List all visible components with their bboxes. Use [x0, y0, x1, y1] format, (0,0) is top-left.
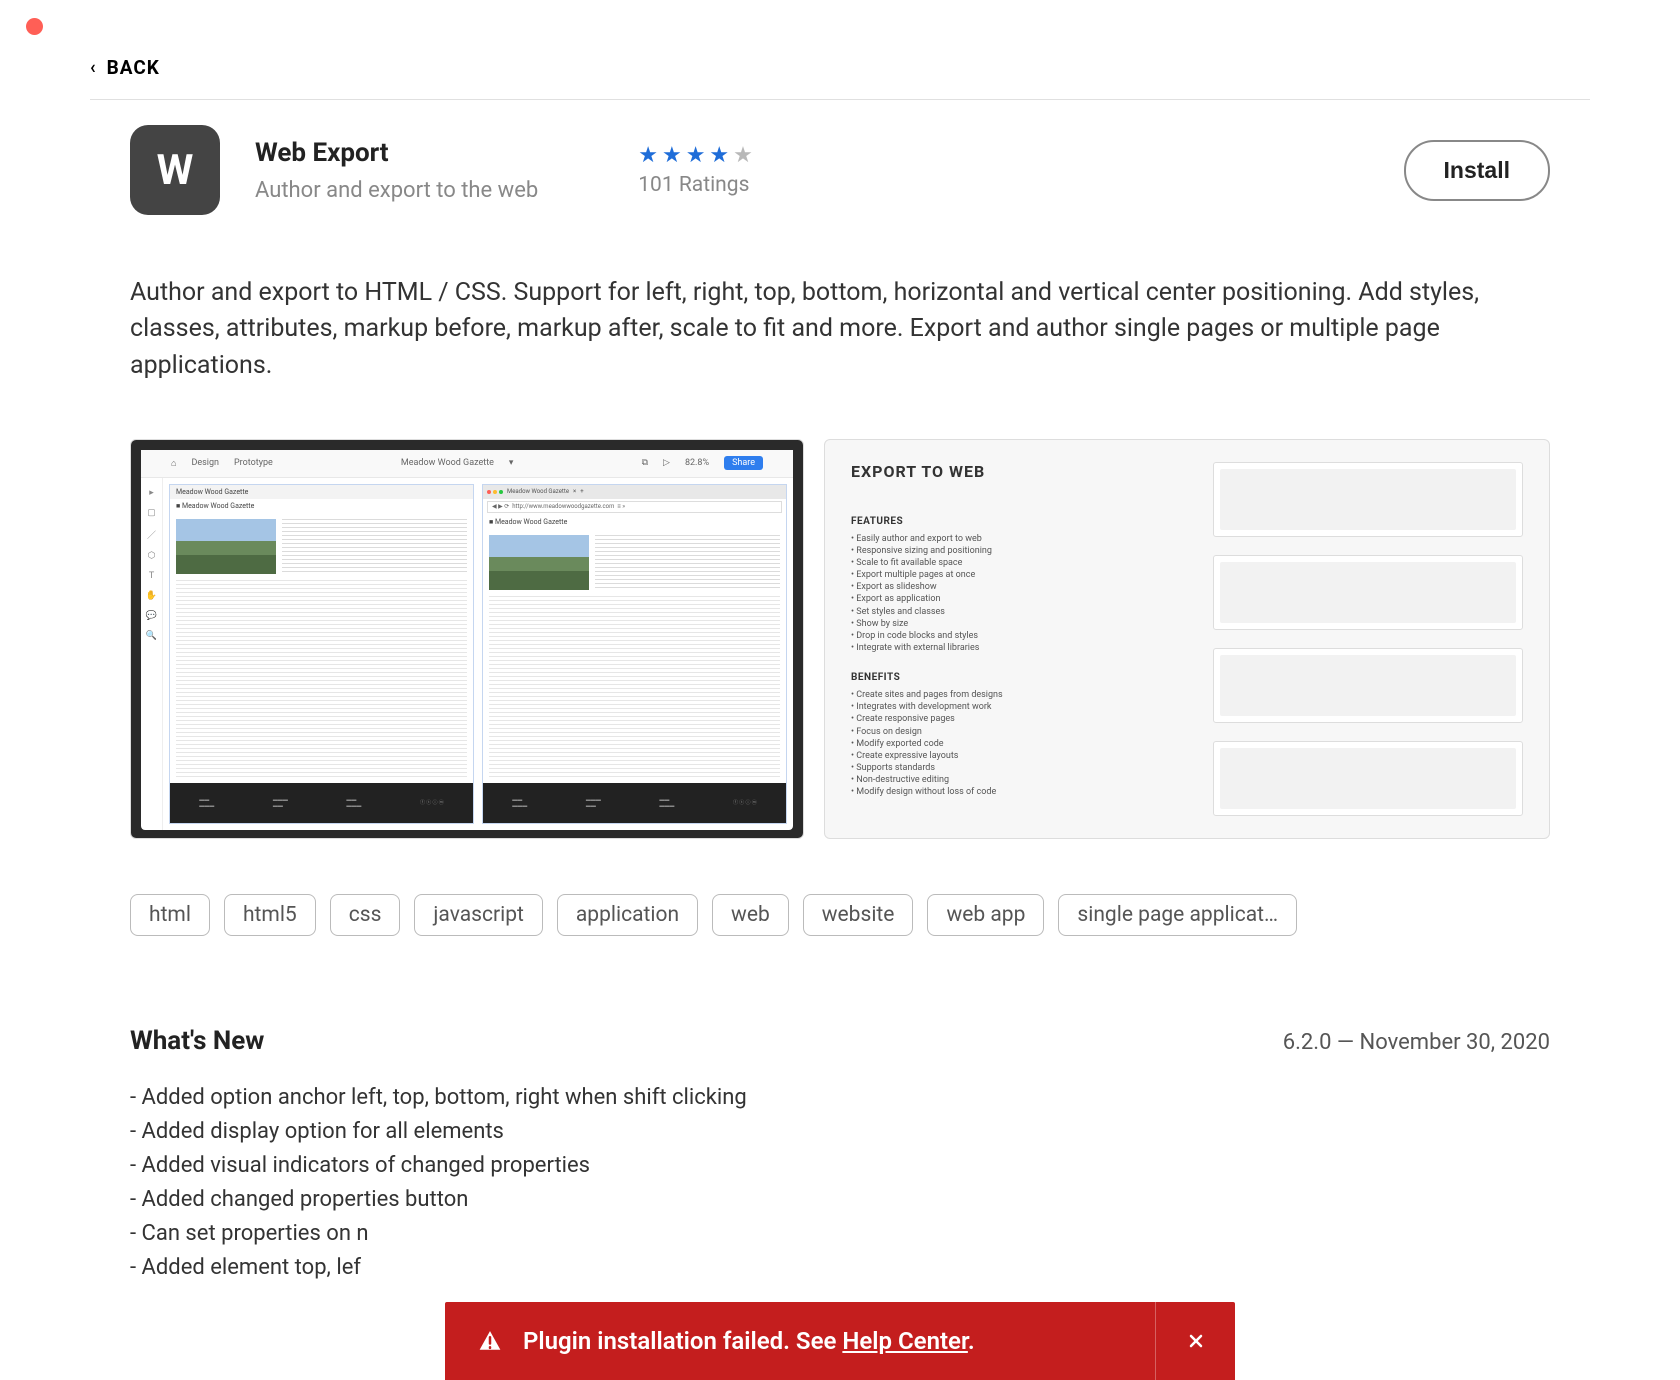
features-list: • Easily author and export to web • Resp…	[851, 533, 1193, 654]
warning-icon	[475, 1326, 505, 1356]
close-icon	[1187, 1332, 1205, 1350]
changelog: - Added option anchor left, top, bottom,…	[130, 1081, 1550, 1286]
error-toast: Plugin installation failed. See Help Cen…	[445, 1302, 1235, 1380]
tag[interactable]: html	[130, 894, 210, 936]
tag[interactable]: single page applicat…	[1058, 894, 1297, 936]
tag[interactable]: css	[330, 894, 401, 936]
plugin-subtitle: Author and export to the web	[255, 178, 538, 203]
screenshot-1[interactable]: ⌂ Design Prototype Meadow Wood Gazette ▾…	[130, 439, 804, 839]
window-close-button[interactable]	[26, 18, 43, 35]
rating-stars: ★★★★★	[638, 143, 757, 168]
help-center-link[interactable]: Help Center	[842, 1327, 967, 1355]
tag[interactable]: html5	[224, 894, 316, 936]
back-label: BACK	[107, 56, 160, 79]
plugin-title: Web Export	[255, 138, 538, 168]
toast-message: Plugin installation failed. See Help Cen…	[523, 1327, 975, 1355]
tag[interactable]: javascript	[414, 894, 542, 936]
whats-new-title: What's New	[130, 1026, 264, 1056]
rating-count: 101 Ratings	[638, 173, 757, 197]
install-button[interactable]: Install	[1404, 140, 1550, 201]
rating-block: ★★★★★ 101 Ratings	[638, 143, 757, 197]
tag[interactable]: web	[712, 894, 789, 936]
mini-preview	[1213, 741, 1523, 816]
tag[interactable]: website	[803, 894, 914, 936]
chevron-left-icon: ‹	[90, 59, 97, 77]
toast-close-button[interactable]	[1155, 1302, 1235, 1380]
plugin-description: Author and export to HTML / CSS. Support…	[90, 275, 1590, 384]
version-date: 6.2.0 — November 30, 2020	[1283, 1030, 1550, 1055]
benefits-list: • Create sites and pages from designs • …	[851, 689, 1193, 798]
mini-preview	[1213, 648, 1523, 723]
mini-preview	[1213, 462, 1523, 537]
mini-preview	[1213, 555, 1523, 630]
tag-list: html html5 css javascript application we…	[90, 894, 1590, 936]
tag[interactable]: web app	[927, 894, 1044, 936]
screenshot-2[interactable]: EXPORT TO WEB FEATURES • Easily author a…	[824, 439, 1550, 839]
tag[interactable]: application	[557, 894, 698, 936]
plugin-icon: W	[130, 125, 220, 215]
back-button[interactable]: ‹ BACK	[90, 56, 160, 79]
